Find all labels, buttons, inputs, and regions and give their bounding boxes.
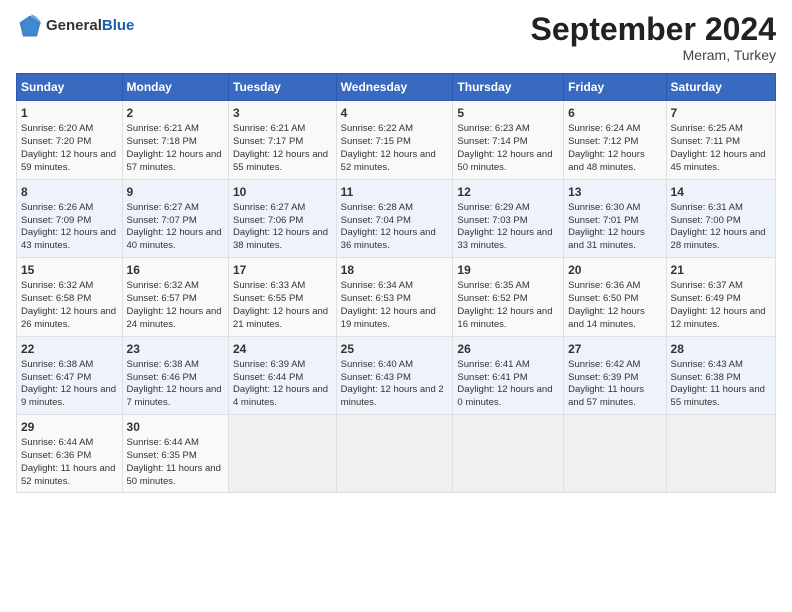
day-21: 21 Sunrise: 6:37 AMSunset: 6:49 PMDaylig… [666, 258, 775, 336]
header-friday: Friday [564, 74, 666, 101]
day-25: 25 Sunrise: 6:40 AMSunset: 6:43 PMDaylig… [336, 336, 453, 414]
day-5: 5 Sunrise: 6:23 AMSunset: 7:14 PMDayligh… [453, 101, 564, 179]
day-23: 23 Sunrise: 6:38 AMSunset: 6:46 PMDaylig… [122, 336, 228, 414]
day-4: 4 Sunrise: 6:22 AMSunset: 7:15 PMDayligh… [336, 101, 453, 179]
week-row-2: 8 Sunrise: 6:26 AMSunset: 7:09 PMDayligh… [17, 179, 776, 257]
empty-4 [564, 414, 666, 492]
logo-icon [16, 12, 44, 40]
logo-blue: Blue [102, 17, 135, 34]
week-row-1: 1 Sunrise: 6:20 AMSunset: 7:20 PMDayligh… [17, 101, 776, 179]
day-11: 11 Sunrise: 6:28 AMSunset: 7:04 PMDaylig… [336, 179, 453, 257]
day-1: 1 Sunrise: 6:20 AMSunset: 7:20 PMDayligh… [17, 101, 123, 179]
day-12: 12 Sunrise: 6:29 AMSunset: 7:03 PMDaylig… [453, 179, 564, 257]
header-wednesday: Wednesday [336, 74, 453, 101]
day-27: 27 Sunrise: 6:42 AMSunset: 6:39 PMDaylig… [564, 336, 666, 414]
day-15: 15 Sunrise: 6:32 AMSunset: 6:58 PMDaylig… [17, 258, 123, 336]
day-6: 6 Sunrise: 6:24 AMSunset: 7:12 PMDayligh… [564, 101, 666, 179]
calendar-container: GeneralBlue September 2024 Meram, Turkey… [0, 0, 792, 501]
day-22: 22 Sunrise: 6:38 AMSunset: 6:47 PMDaylig… [17, 336, 123, 414]
header-saturday: Saturday [666, 74, 775, 101]
logo: GeneralBlue [16, 12, 134, 40]
logo-text: GeneralBlue [46, 18, 134, 35]
empty-2 [336, 414, 453, 492]
day-16: 16 Sunrise: 6:32 AMSunset: 6:57 PMDaylig… [122, 258, 228, 336]
day-30: 30 Sunrise: 6:44 AMSunset: 6:35 PMDaylig… [122, 414, 228, 492]
header-monday: Monday [122, 74, 228, 101]
day-24: 24 Sunrise: 6:39 AMSunset: 6:44 PMDaylig… [229, 336, 337, 414]
day-14: 14 Sunrise: 6:31 AMSunset: 7:00 PMDaylig… [666, 179, 775, 257]
week-row-5: 29 Sunrise: 6:44 AMSunset: 6:36 PMDaylig… [17, 414, 776, 492]
title-section: September 2024 Meram, Turkey [531, 12, 776, 63]
header-tuesday: Tuesday [229, 74, 337, 101]
empty-5 [666, 414, 775, 492]
header: GeneralBlue September 2024 Meram, Turkey [16, 12, 776, 63]
empty-1 [229, 414, 337, 492]
week-row-3: 15 Sunrise: 6:32 AMSunset: 6:58 PMDaylig… [17, 258, 776, 336]
weekday-header-row: Sunday Monday Tuesday Wednesday Thursday… [17, 74, 776, 101]
day-18: 18 Sunrise: 6:34 AMSunset: 6:53 PMDaylig… [336, 258, 453, 336]
day-10: 10 Sunrise: 6:27 AMSunset: 7:06 PMDaylig… [229, 179, 337, 257]
day-13: 13 Sunrise: 6:30 AMSunset: 7:01 PMDaylig… [564, 179, 666, 257]
logo-general: General [46, 17, 102, 34]
week-row-4: 22 Sunrise: 6:38 AMSunset: 6:47 PMDaylig… [17, 336, 776, 414]
day-8: 8 Sunrise: 6:26 AMSunset: 7:09 PMDayligh… [17, 179, 123, 257]
calendar-table: Sunday Monday Tuesday Wednesday Thursday… [16, 73, 776, 493]
day-9: 9 Sunrise: 6:27 AMSunset: 7:07 PMDayligh… [122, 179, 228, 257]
day-7: 7 Sunrise: 6:25 AMSunset: 7:11 PMDayligh… [666, 101, 775, 179]
day-17: 17 Sunrise: 6:33 AMSunset: 6:55 PMDaylig… [229, 258, 337, 336]
day-26: 26 Sunrise: 6:41 AMSunset: 6:41 PMDaylig… [453, 336, 564, 414]
day-28: 28 Sunrise: 6:43 AMSunset: 6:38 PMDaylig… [666, 336, 775, 414]
empty-3 [453, 414, 564, 492]
day-29: 29 Sunrise: 6:44 AMSunset: 6:36 PMDaylig… [17, 414, 123, 492]
day-20: 20 Sunrise: 6:36 AMSunset: 6:50 PMDaylig… [564, 258, 666, 336]
location: Meram, Turkey [531, 47, 776, 63]
day-19: 19 Sunrise: 6:35 AMSunset: 6:52 PMDaylig… [453, 258, 564, 336]
day-2: 2 Sunrise: 6:21 AMSunset: 7:18 PMDayligh… [122, 101, 228, 179]
header-thursday: Thursday [453, 74, 564, 101]
header-sunday: Sunday [17, 74, 123, 101]
month-title: September 2024 [531, 12, 776, 47]
day-3: 3 Sunrise: 6:21 AMSunset: 7:17 PMDayligh… [229, 101, 337, 179]
